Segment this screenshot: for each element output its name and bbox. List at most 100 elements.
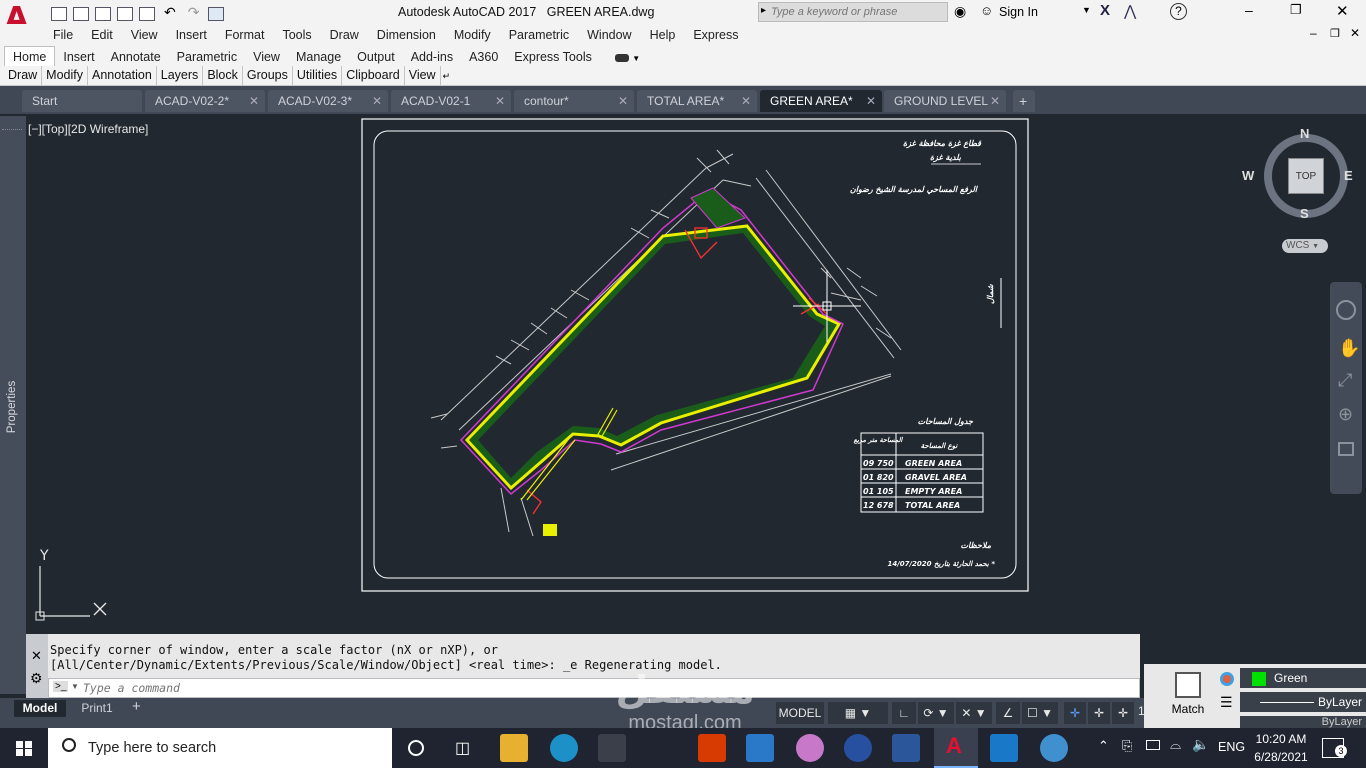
tab-view[interactable]: View (245, 47, 288, 67)
command-grip[interactable]: ✕ ⚙ (26, 634, 48, 698)
panel-annotation[interactable]: Annotation (88, 66, 157, 85)
edge-icon[interactable] (550, 734, 578, 762)
close-icon[interactable]: ✕ (1336, 2, 1349, 20)
search-input[interactable] (771, 4, 943, 20)
tab-add-ins[interactable]: Add-ins (403, 47, 461, 67)
lineweight-button[interactable]: ∠ (996, 702, 1020, 724)
tab-close-icon[interactable]: ✕ (372, 90, 382, 112)
tab-express-tools[interactable]: Express Tools (506, 47, 600, 67)
notifications-button[interactable]: 3 (1322, 738, 1347, 758)
menu-edit[interactable]: Edit (82, 24, 122, 46)
viewport-controls-label[interactable]: [−][Top][2D Wireframe] (28, 122, 148, 136)
compass-w-label[interactable]: W (1242, 168, 1254, 183)
tab-a360[interactable]: A360 (461, 47, 506, 67)
tab-close-icon[interactable]: ✕ (249, 90, 259, 112)
search-box[interactable]: ▸ (758, 2, 948, 22)
wifi-icon[interactable]: ⌓ (1170, 736, 1181, 753)
autocad-taskbar-button[interactable]: A (934, 728, 978, 768)
word-icon[interactable] (892, 734, 920, 762)
annotation-scale-button[interactable]: ✛ (1064, 702, 1086, 724)
start-button[interactable] (0, 728, 48, 768)
language-indicator[interactable]: ENG (1218, 740, 1245, 754)
paint-icon[interactable] (796, 734, 824, 762)
close-icon[interactable]: ✕ (31, 648, 42, 664)
annotation-autoscale-button[interactable]: ✛ (1112, 702, 1134, 724)
menu-insert[interactable]: Insert (167, 24, 216, 46)
undo-icon[interactable]: ↶ (164, 4, 176, 20)
menu-parametric[interactable]: Parametric (500, 24, 578, 46)
taskbar-search-placeholder[interactable]: Type here to search (88, 740, 216, 756)
tab-output[interactable]: Output (349, 47, 403, 67)
office-icon[interactable] (698, 734, 726, 762)
usb-icon[interactable]: ⎘ (1122, 738, 1132, 754)
tab-close-icon[interactable]: ✕ (866, 90, 876, 112)
file-tab[interactable]: GROUND LEVEL ✕ (884, 90, 1006, 112)
polar-button[interactable]: ⟳ ▼ (918, 702, 954, 724)
zoom-extents-icon[interactable]: ⤢ (1338, 370, 1352, 391)
layout-tab-print1[interactable]: Print1 (72, 700, 122, 717)
menu-express[interactable]: Express (684, 24, 747, 46)
tab-close-icon[interactable]: ✕ (618, 90, 628, 112)
user-icon[interactable]: ☺ (980, 3, 993, 18)
binoculars-icon[interactable]: ◉ (954, 3, 966, 20)
file-explorer-icon[interactable] (500, 734, 528, 762)
model-space-button[interactable]: MODEL (776, 702, 824, 724)
chevron-down-icon[interactable]: ▼ (632, 54, 640, 63)
pan-icon[interactable]: ✋ (1338, 338, 1360, 359)
sign-in-link[interactable]: Sign In (999, 5, 1038, 19)
menu-view[interactable]: View (122, 24, 167, 46)
palette-grip[interactable] (2, 120, 22, 130)
app-icon[interactable] (844, 734, 872, 762)
new-tab-button[interactable]: + (1013, 90, 1035, 112)
plot-icon[interactable] (139, 6, 155, 21)
panel-groups[interactable]: Groups (243, 66, 293, 85)
doc-close-icon[interactable]: ✕ (1350, 26, 1360, 40)
add-layout-icon[interactable]: + (132, 698, 141, 715)
file-tab[interactable]: contour* ✕ (514, 90, 634, 112)
tab-close-icon[interactable]: ✕ (495, 90, 505, 112)
tab-home[interactable]: Home (4, 46, 56, 67)
file-tab-start[interactable]: Start (22, 90, 142, 112)
color-wheel-icon[interactable] (1220, 672, 1234, 686)
workspace-icon[interactable] (208, 6, 225, 21)
new-icon[interactable] (51, 6, 67, 21)
grid-button[interactable]: ▦ ▼ (828, 702, 888, 724)
tab-insert[interactable]: Insert (55, 47, 102, 67)
menu-help[interactable]: Help (641, 24, 685, 46)
color-dropdown[interactable]: Green (1240, 668, 1366, 688)
command-prompt-icon[interactable]: >_ (53, 681, 69, 692)
doc-minimize-icon[interactable]: – (1310, 26, 1317, 40)
ortho-button[interactable]: ∟ (892, 702, 916, 724)
chevron-down-icon[interactable]: ▼ (71, 682, 79, 691)
menu-file[interactable]: File (44, 24, 82, 46)
steering-wheel-icon[interactable] (1336, 300, 1356, 320)
panel-modify[interactable]: Modify (42, 66, 88, 85)
selection-cycling-button[interactable]: ☐ ▼ (1022, 702, 1058, 724)
menu-dimension[interactable]: Dimension (368, 24, 445, 46)
task-view-icon[interactable]: ◫ (455, 738, 470, 758)
lineweight-dropdown[interactable]: ByLayer (1240, 716, 1366, 728)
linetype-dropdown[interactable]: ByLayer (1240, 692, 1366, 712)
linetype-icon[interactable]: ☰ (1220, 694, 1233, 711)
file-tab[interactable]: TOTAL AREA* ✕ (637, 90, 757, 112)
panel-block[interactable]: Block (203, 66, 243, 85)
drawing-viewport[interactable]: [−][Top][2D Wireframe] قطاع غزة محافظة غ… (26, 116, 1362, 632)
tab-manage[interactable]: Manage (288, 47, 349, 67)
menu-modify[interactable]: Modify (445, 24, 500, 46)
mail-icon[interactable] (746, 734, 774, 762)
magnifier-icon[interactable] (1040, 734, 1068, 762)
menu-draw[interactable]: Draw (321, 24, 368, 46)
annotation-visibility-button[interactable]: ✛ (1088, 702, 1110, 724)
compass-e-label[interactable]: E (1344, 168, 1353, 183)
match-properties-button[interactable]: Match (1152, 670, 1224, 728)
menu-window[interactable]: Window (578, 24, 640, 46)
osnap-button[interactable]: ✕ ▼ (956, 702, 992, 724)
file-tab-active[interactable]: GREEN AREA* ✕ (760, 90, 882, 112)
store-icon[interactable] (598, 734, 626, 762)
restore-icon[interactable]: ❐ (1290, 2, 1302, 18)
photos-icon[interactable] (990, 734, 1018, 762)
taskbar-search-box[interactable]: Type here to search (48, 728, 392, 768)
viewcube-top-face[interactable]: TOP (1288, 158, 1324, 194)
tab-close-icon[interactable]: ✕ (741, 90, 751, 112)
file-tab[interactable]: ACAD-V02-1 ✕ (391, 90, 511, 112)
